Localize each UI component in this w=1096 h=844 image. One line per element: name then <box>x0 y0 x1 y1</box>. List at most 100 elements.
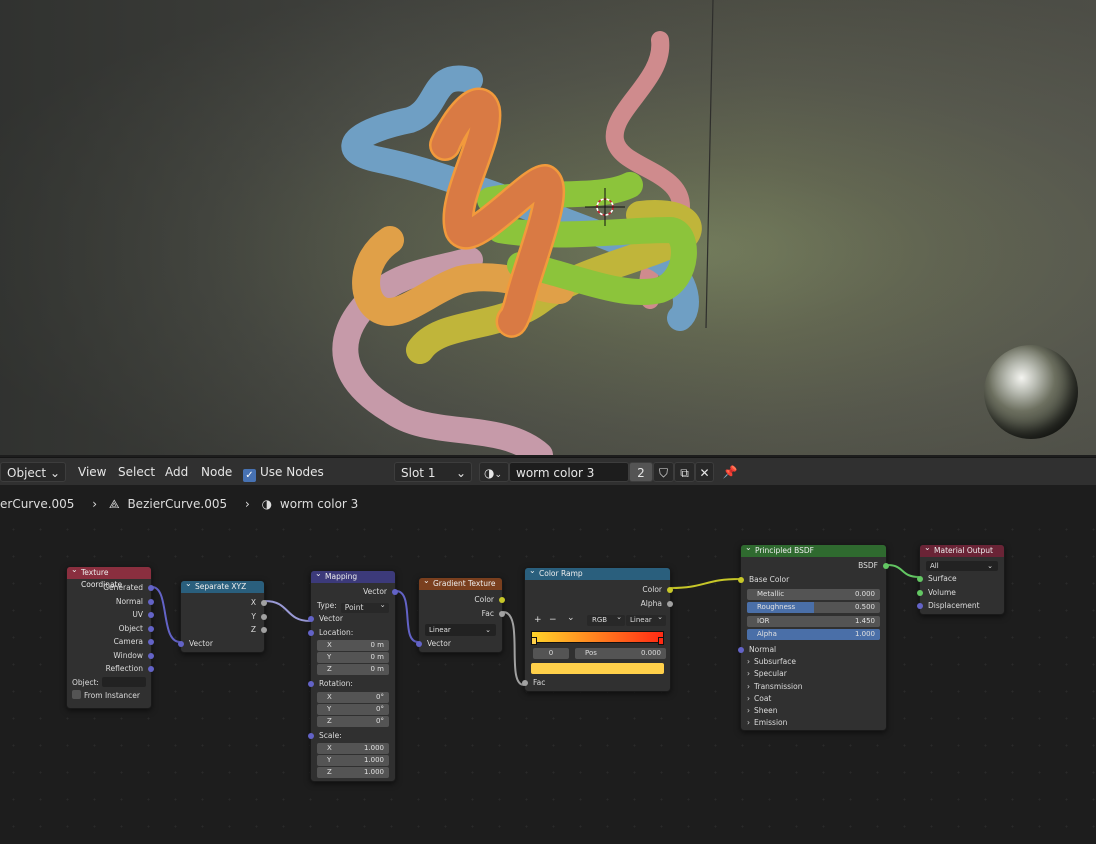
vector-socket[interactable] <box>148 625 154 632</box>
panel-subsurface[interactable]: › Subsurface <box>741 656 886 668</box>
remove-stop-button[interactable]: − <box>549 615 557 625</box>
field-value: 0° <box>376 704 384 713</box>
menu-view[interactable]: View <box>74 462 110 482</box>
object-picker-field[interactable] <box>101 676 146 687</box>
bsdf-field-alpha[interactable]: Alpha 1.000 <box>747 629 880 640</box>
vector-socket[interactable] <box>392 589 398 595</box>
from-instancer-row[interactable]: From Instancer <box>67 689 151 703</box>
socket-label: Vector <box>189 638 213 648</box>
vector-socket[interactable] <box>178 640 184 647</box>
node-material-output[interactable]: Material Output All ⌄ Surface Volume Disp… <box>917 542 1005 615</box>
socket-label: Fac <box>481 608 494 618</box>
add-stop-button[interactable]: + <box>534 615 542 625</box>
gradient-type-dropdown[interactable]: Linear ⌄ <box>425 624 496 636</box>
scale-x-field[interactable]: X 1.000 <box>317 743 389 754</box>
interpolation-dropdown[interactable]: Linear ⌄ <box>626 613 666 626</box>
bsdf-field-roughness[interactable]: Roughness 0.500 <box>747 602 880 613</box>
vector-socket[interactable] <box>308 732 314 739</box>
color-mode-dropdown[interactable]: RGB ⌄ <box>587 613 625 626</box>
vector-socket[interactable] <box>148 639 154 645</box>
node-header[interactable]: Material Output <box>920 542 1004 557</box>
shader-socket[interactable] <box>917 589 923 596</box>
checkbox-checked-icon[interactable]: ✓ <box>243 469 256 482</box>
vector-socket[interactable] <box>148 652 154 659</box>
color-socket[interactable] <box>738 576 744 583</box>
stop-index-field[interactable]: 0 <box>533 648 569 659</box>
stop-position-field[interactable]: Pos 0.000 <box>575 648 666 659</box>
pin-icon[interactable]: 📌 <box>721 462 739 482</box>
vector-socket[interactable] <box>738 646 744 653</box>
node-separate-xyz[interactable]: Separate XYZ X Y Z Vector <box>178 578 267 653</box>
node-mapping[interactable]: Mapping Vector Type: Point ⌄ Vector Locati… <box>308 568 398 782</box>
type-dropdown[interactable]: Point ⌄ <box>340 600 389 613</box>
float-socket[interactable] <box>667 600 673 607</box>
node-header[interactable]: Separate XYZ <box>181 578 264 593</box>
location-x-field[interactable]: X 0 m <box>317 640 389 651</box>
checkbox-unchecked-icon[interactable] <box>72 690 81 699</box>
rotation-y-field[interactable]: Y 0° <box>317 703 389 715</box>
color-socket[interactable] <box>667 587 673 593</box>
float-socket[interactable] <box>261 600 267 606</box>
slot-dropdown[interactable]: Slot 1 ⌄ <box>394 462 472 482</box>
target-dropdown[interactable]: All ⌄ <box>926 561 998 571</box>
worm-curves-render[interactable] <box>0 0 1096 455</box>
shader-socket[interactable] <box>917 576 923 582</box>
use-nodes-toggle[interactable]: ✓ Use Nodes <box>243 462 324 482</box>
color-ramp-gradient[interactable] <box>531 631 664 645</box>
node-header[interactable]: Color Ramp <box>525 565 670 580</box>
ramp-menu-button[interactable]: ⌄ <box>567 613 575 623</box>
float-socket[interactable] <box>499 610 505 617</box>
user-count[interactable]: 2 <box>629 462 653 482</box>
3d-viewport[interactable] <box>0 0 1096 455</box>
unlink-close-icon[interactable]: ✕ <box>695 462 714 482</box>
rotation-x-field[interactable]: X 0° <box>317 691 389 703</box>
float-socket[interactable] <box>261 613 267 620</box>
socket-row-camera: Camera <box>67 635 154 649</box>
panel-sheen[interactable]: › Sheen <box>741 705 886 717</box>
vector-socket[interactable] <box>148 666 154 672</box>
color-socket[interactable] <box>499 597 505 603</box>
panel-coat[interactable]: › Coat <box>741 693 886 705</box>
vector-socket[interactable] <box>308 681 314 687</box>
vector-socket[interactable] <box>148 585 154 591</box>
stop-color-swatch[interactable] <box>531 663 664 674</box>
vector-socket[interactable] <box>148 612 154 618</box>
vector-socket[interactable] <box>917 603 923 609</box>
node-header[interactable]: Gradient Texture <box>419 575 502 590</box>
vector-socket[interactable] <box>308 616 314 622</box>
bsdf-field-ior[interactable]: IOR 1.450 <box>747 615 880 627</box>
node-color-ramp[interactable]: Color Ramp Color Alpha + − ⌄ RGB ⌄ Linear… <box>522 565 673 692</box>
duplicate-icon[interactable]: ⧉ <box>674 462 695 482</box>
node-header[interactable]: Principled BSDF <box>741 542 886 557</box>
node-header[interactable]: Mapping <box>311 568 395 583</box>
panel-specular[interactable]: › Specular <box>741 668 886 680</box>
node-gradient-texture[interactable]: Gradient Texture Color Fac Linear ⌄ Vecto… <box>416 575 505 653</box>
rotation-z-field[interactable]: Z 0° <box>317 715 389 727</box>
node-texture-coordinate[interactable]: Texture Coordinate Generated Normal UV O… <box>66 564 154 709</box>
color-stop-handle[interactable] <box>531 637 537 645</box>
color-stop-handle[interactable] <box>658 637 664 645</box>
float-socket[interactable] <box>261 627 267 633</box>
material-browse-button[interactable]: ◑⌄ <box>479 462 509 482</box>
location-y-field[interactable]: Y 0 m <box>317 652 389 663</box>
menu-add[interactable]: Add <box>161 462 192 482</box>
vector-socket[interactable] <box>416 641 422 647</box>
location-z-field[interactable]: Z 0 m <box>317 664 389 675</box>
node-editor-canvas[interactable]: Texture Coordinate Generated Normal UV O… <box>0 516 1096 844</box>
node-principled-bsdf[interactable]: Principled BSDF BSDF Base Color Metallic… <box>738 542 889 731</box>
menu-node[interactable]: Node <box>197 462 236 482</box>
vector-socket[interactable] <box>148 598 154 605</box>
fake-user-shield-icon[interactable]: ⛉ <box>653 462 674 482</box>
panel-emission[interactable]: › Emission <box>741 717 886 729</box>
menu-select[interactable]: Select <box>114 462 159 482</box>
float-socket[interactable] <box>522 680 528 686</box>
scale-z-field[interactable]: Z 1.000 <box>317 767 389 778</box>
mode-dropdown[interactable]: Object ⌄ <box>0 462 66 482</box>
panel-transmission[interactable]: › Transmission <box>741 681 886 693</box>
shader-socket[interactable] <box>883 563 889 569</box>
node-header[interactable]: Texture Coordinate <box>67 564 151 589</box>
scale-y-field[interactable]: Y 1.000 <box>317 755 389 766</box>
material-name-field[interactable]: worm color 3 <box>509 462 629 482</box>
vector-socket[interactable] <box>308 629 314 636</box>
bsdf-field-metallic[interactable]: Metallic 0.000 <box>747 588 880 600</box>
